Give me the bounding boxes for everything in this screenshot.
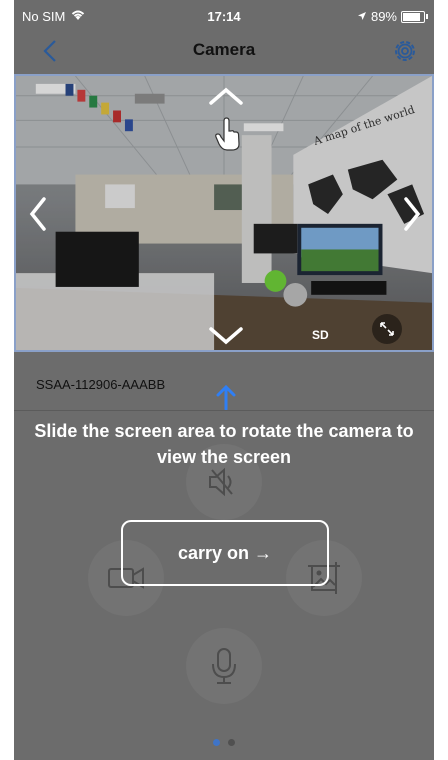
- microphone-button[interactable]: [186, 628, 262, 704]
- chevron-left-icon: [29, 197, 46, 231]
- hand-pointer-icon: [208, 114, 248, 154]
- carry-on-button[interactable]: carry on →: [121, 520, 329, 586]
- pan-down-button[interactable]: [206, 316, 246, 350]
- page-title: Camera: [192, 40, 256, 59]
- quality-badge[interactable]: SD: [312, 328, 329, 342]
- pan-up-button[interactable]: [206, 76, 246, 116]
- page-dot-2[interactable]: [228, 739, 235, 746]
- device-id-label: SSAA-112906-AAABB: [36, 377, 166, 392]
- status-right: 89%: [357, 9, 428, 24]
- page-dot-1[interactable]: [213, 739, 220, 746]
- chevron-up-icon: [209, 87, 243, 105]
- guide-message: Slide the screen area to rotate the came…: [34, 421, 414, 467]
- chevron-right-icon: [404, 197, 421, 231]
- phone-screen: No SIM 17:14 89% Camera A map of the wor…: [14, 0, 434, 760]
- divider: [14, 410, 434, 411]
- microphone-icon: [212, 648, 236, 684]
- status-bar: No SIM 17:14 89%: [14, 0, 434, 32]
- location-icon: [357, 9, 367, 24]
- speaker-mute-icon: [209, 467, 233, 497]
- pan-left-button[interactable]: [18, 194, 58, 234]
- chevron-down-icon: [209, 327, 243, 345]
- gear-icon: [395, 41, 415, 61]
- pagination-dots: [14, 739, 434, 746]
- camera-live-view[interactable]: A map of the world SD: [14, 74, 434, 352]
- nav-bar: Camera: [14, 32, 434, 72]
- settings-button[interactable]: [390, 36, 420, 66]
- battery-percent: 89%: [370, 9, 397, 24]
- battery-icon: [401, 10, 425, 23]
- battery-cap: [426, 14, 428, 19]
- fullscreen-button[interactable]: [372, 314, 402, 344]
- fullscreen-icon: [380, 322, 394, 336]
- pan-right-button[interactable]: [392, 194, 432, 234]
